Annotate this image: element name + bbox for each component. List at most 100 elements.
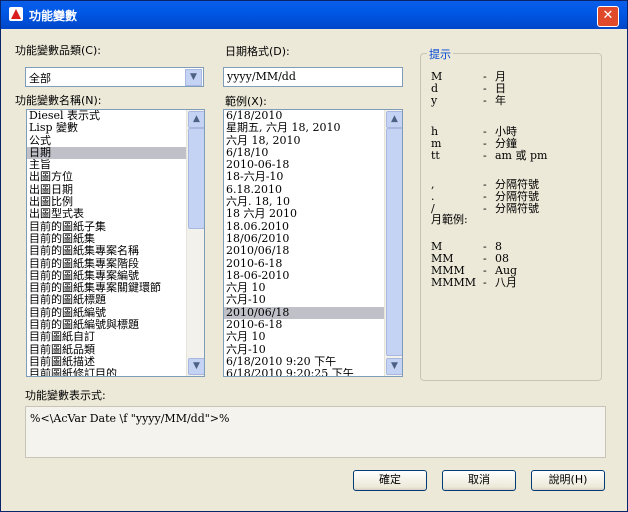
list-item[interactable]: 主旨 (27, 159, 186, 171)
hint-code: y (431, 94, 438, 107)
chevron-down-icon[interactable]: ▼ (185, 69, 202, 86)
hint-desc: am 或 pm (495, 149, 548, 162)
list-item[interactable]: Diesel 表示式 (27, 110, 186, 122)
field-names-label: 功能變數名稱(N): (15, 94, 102, 107)
list-item[interactable]: 18/06/2010 (224, 233, 384, 245)
list-item[interactable]: 目前的圖紙子集 (27, 221, 186, 233)
list-item[interactable]: 目前的圖紙集 (27, 233, 186, 245)
list-item[interactable]: 目前的圖紙標題 (27, 294, 186, 306)
hint-dash: - (483, 276, 487, 289)
hint-code: m (431, 137, 442, 150)
list-item[interactable]: 18.06.2010 (224, 221, 384, 233)
hint-dash: - (483, 137, 487, 150)
field-names-scrollbar[interactable]: ▲ ▼ (186, 110, 204, 376)
hint-dash: - (483, 252, 487, 265)
date-format-label: 日期格式(D): (225, 45, 290, 58)
hint-code: MMMM (431, 276, 477, 289)
hint-dash: - (483, 149, 487, 162)
dialog-body: 功能變數品類(C): 全部 ▼ 功能變數名稱(N): Diesel 表示式 Lis… (11, 37, 617, 501)
scroll-down-icon[interactable]: ▼ (188, 358, 204, 375)
list-item[interactable]: 目前圖紙描述 (27, 356, 186, 368)
list-item[interactable]: 目前圖紙品類 (27, 344, 186, 356)
help-button[interactable]: 說明(H) (531, 470, 605, 491)
close-button[interactable]: ✕ (597, 6, 619, 27)
scroll-up-icon[interactable]: ▲ (188, 111, 204, 128)
scroll-thumb[interactable] (188, 128, 204, 229)
list-item[interactable]: 出圖比例 (27, 196, 186, 208)
expression-label: 功能變數表示式: (25, 389, 106, 402)
hint-desc: 小時 (495, 125, 517, 138)
hint-desc: 月 (495, 70, 506, 83)
list-item[interactable]: 2010-6-18 (224, 258, 384, 270)
list-item[interactable]: 目前的圖紙集專案階段 (27, 258, 186, 270)
list-item[interactable]: 目前的圖紙編號與標題 (27, 319, 186, 331)
list-item[interactable]: 目前的圖紙集專案編號 (27, 270, 186, 282)
list-item[interactable]: 六月-10 (224, 344, 384, 356)
hint-code: MMM (431, 264, 465, 277)
list-item[interactable]: 星期五, 六月 18, 2010 (224, 122, 384, 134)
hint-desc: 年 (495, 94, 506, 107)
category-value: 全部 (29, 72, 51, 85)
list-item[interactable]: 18-六月-10 (224, 171, 384, 183)
hint-dash: - (483, 202, 487, 215)
hint-code: MM (431, 252, 454, 265)
ok-button[interactable]: 確定 (353, 470, 427, 491)
examples-scrollbar[interactable]: ▲ ▼ (384, 110, 402, 376)
hint-desc: 分鐘 (495, 137, 517, 150)
close-icon: ✕ (602, 8, 614, 23)
list-item[interactable]: 2010/06/18 (224, 306, 384, 320)
hint-desc: Aug (495, 264, 518, 277)
title-bar[interactable]: 功能變數 ✕ (1, 1, 627, 29)
list-item[interactable]: 出圖日期 (27, 184, 186, 196)
list-item[interactable]: 6/18/2010 (224, 110, 384, 122)
list-item[interactable]: 18 六月 2010 (224, 208, 384, 220)
field-names-list[interactable]: Diesel 表示式 Lisp 變數 公式 日期 主旨 出圖方位 出圖日期 出圖比例 出圖型式表… (26, 109, 205, 377)
hint-dash: - (483, 70, 487, 83)
list-item[interactable]: 目前圖紙自訂 (27, 331, 186, 343)
list-item[interactable]: 公式 (27, 135, 186, 147)
date-format-input[interactable]: yyyy/MM/dd (223, 67, 403, 87)
expression-value: %<\AcVar Date \f "yyyy/MM/dd">% (30, 412, 230, 425)
scroll-thumb[interactable] (386, 128, 402, 356)
list-item[interactable]: 六月 10 (224, 331, 384, 343)
hint-dash: - (483, 190, 487, 203)
hint-desc: 分隔符號 (495, 178, 539, 191)
expression-box: %<\AcVar Date \f "yyyy/MM/dd">% (25, 406, 606, 458)
list-item[interactable]: 目前的圖紙集專案名稱 (27, 245, 186, 257)
list-item[interactable]: 六月 18, 2010 (224, 135, 384, 147)
examples-items: 6/18/2010 星期五, 六月 18, 2010 六月 18, 2010 6/18… (224, 110, 384, 376)
category-label: 功能變數品類(C): (15, 44, 101, 57)
examples-list[interactable]: 6/18/2010 星期五, 六月 18, 2010 六月 18, 2010 6/18… (223, 109, 403, 377)
hint-dash: - (483, 178, 487, 191)
list-item[interactable]: 2010-06-18 (224, 159, 384, 171)
category-select[interactable]: 全部 ▼ (25, 67, 204, 87)
examples-label: 範例(X): (225, 95, 267, 108)
hint-dash: - (483, 82, 487, 95)
list-item[interactable]: Lisp 變數 (27, 122, 186, 134)
list-item[interactable]: 六月-10 (224, 294, 384, 306)
cancel-button[interactable]: 取消 (442, 470, 516, 491)
list-item[interactable]: 六月. 18, 10 (224, 196, 384, 208)
list-item[interactable]: 6/18/2010 9:20 下午 (224, 356, 384, 368)
list-item[interactable]: 六月 10 (224, 282, 384, 294)
scroll-up-icon[interactable]: ▲ (386, 111, 402, 128)
hint-desc: 分隔符號 (495, 202, 539, 215)
list-item[interactable]: 6/18/2010 9:20:25 下午 (224, 368, 384, 376)
month-examples-title: 月範例: (431, 213, 468, 226)
scroll-down-icon[interactable]: ▼ (386, 358, 402, 375)
list-item[interactable]: 6/18/10 (224, 147, 384, 159)
list-item[interactable]: 6.18.2010 (224, 184, 384, 196)
list-item[interactable]: 目前的圖紙編號 (27, 307, 186, 319)
hint-panel: 提示 M - 月 d - 日 y - 年 h - 小時 m - 分鐘 tt - am 或 pm, - 分隔符號. - 分隔… (420, 46, 602, 381)
hint-desc: 八月 (495, 276, 517, 289)
hint-dash: - (483, 264, 487, 277)
list-item[interactable]: 出圖型式表 (27, 208, 186, 220)
list-item[interactable]: 2010/06/18 (224, 245, 384, 257)
list-item[interactable]: 2010-6-18 (224, 319, 384, 331)
list-item[interactable]: 目前圖紙修訂目的 (27, 368, 186, 376)
hint-desc: 分隔符號 (495, 190, 539, 203)
list-item[interactable]: 18-06-2010 (224, 270, 384, 282)
list-item[interactable]: 日期 (27, 146, 186, 160)
list-item[interactable]: 出圖方位 (27, 171, 186, 183)
list-item[interactable]: 目前的圖紙集專案關鍵環節 (27, 282, 186, 294)
